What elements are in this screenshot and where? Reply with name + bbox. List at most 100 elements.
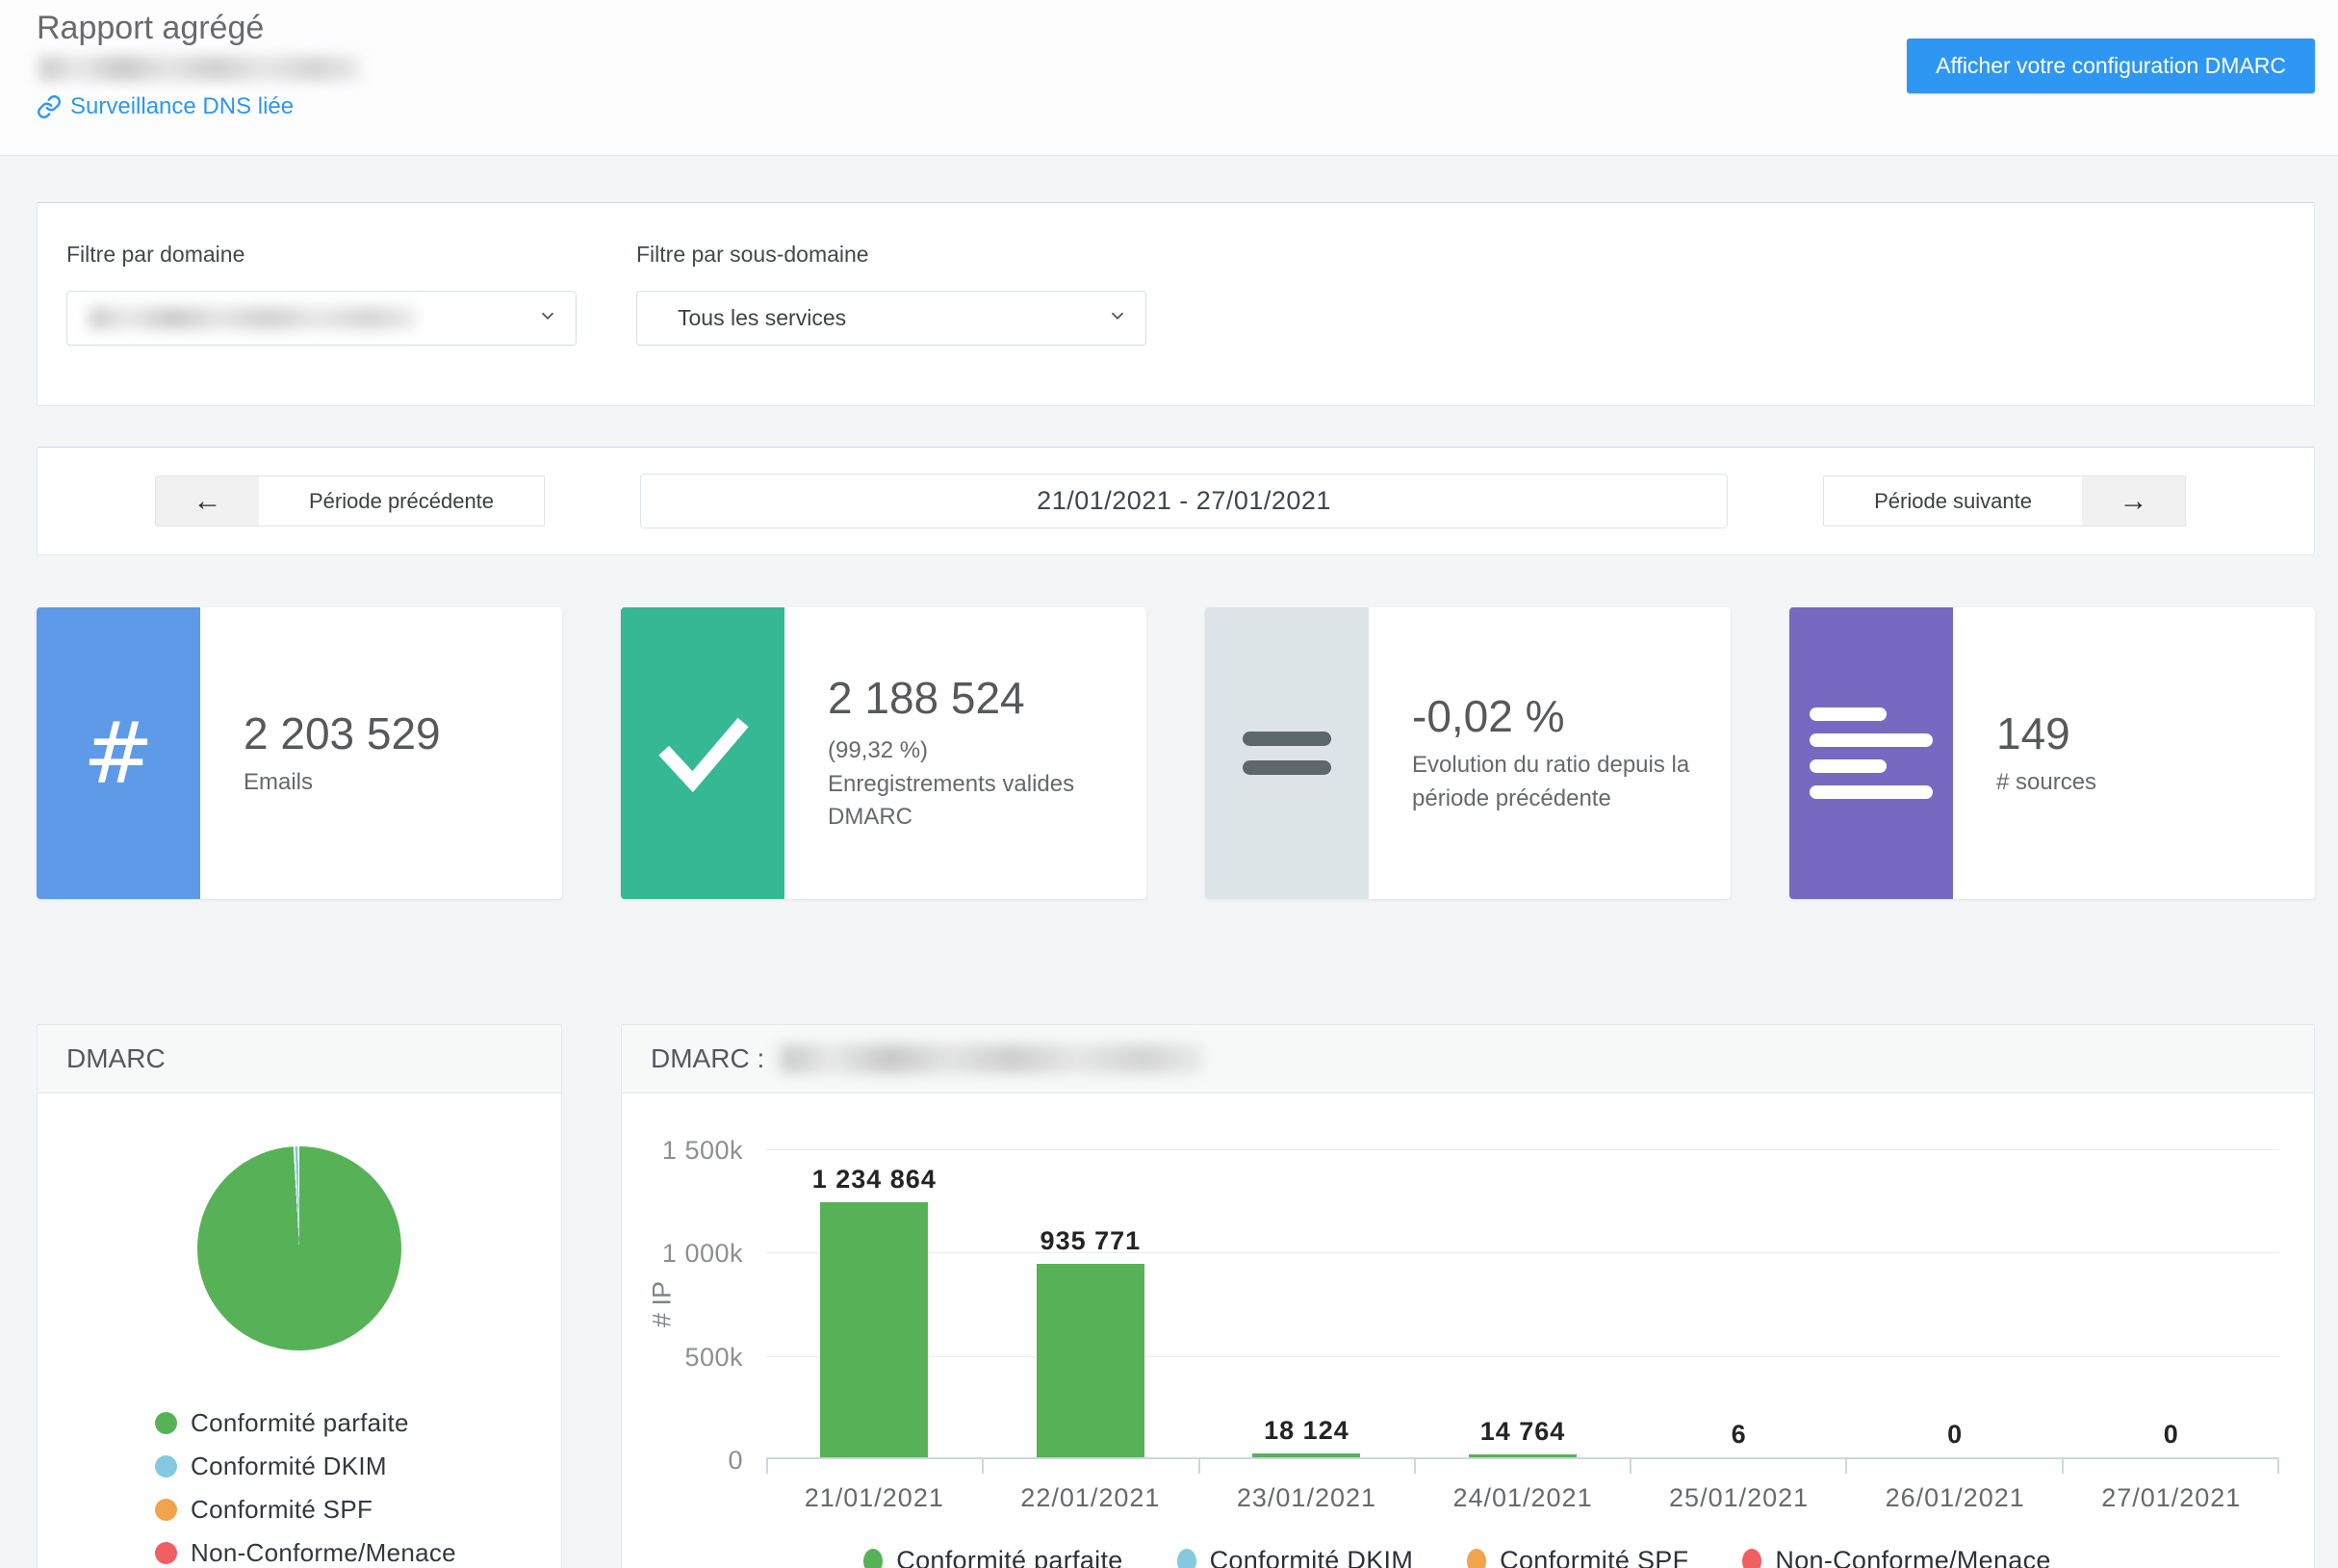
x-label: 21/01/2021 (766, 1483, 983, 1513)
emails-label: Emails (244, 766, 441, 800)
valid-dmarc-percent: (99,32 %) (828, 734, 1123, 768)
redacted-domain-value (89, 307, 416, 329)
sources-label: # sources (1996, 766, 2096, 800)
evolution-label: Evolution du ratio depuis la période pré… (1412, 749, 1708, 816)
previous-period-button[interactable]: ← Période précédente (155, 476, 545, 527)
stat-icon-sources-block (1789, 607, 1953, 899)
chevron-down-icon (1107, 305, 1128, 332)
arrow-left-icon: ← (156, 476, 259, 526)
bar-value-label: 6 (1732, 1420, 1747, 1450)
subdomain-filter-value: Tous les services (678, 305, 846, 331)
legend-label: Conformité parfaite (896, 1546, 1122, 1568)
y-tick: 1 000k (662, 1239, 743, 1269)
stat-card-sources: 149 # sources (1789, 607, 2315, 899)
legend-dot-red (155, 1542, 177, 1564)
legend-label: Conformité DKIM (1210, 1546, 1414, 1568)
chevron-down-icon (537, 305, 558, 332)
pie-legend-item[interactable]: Conformité parfaite (155, 1408, 561, 1438)
bar-value-label: 14 764 (1480, 1417, 1566, 1447)
bar-22-01[interactable] (1037, 1264, 1144, 1457)
x-axis-labels: 21/01/2021 22/01/2021 23/01/2021 24/01/2… (766, 1483, 2279, 1513)
subdomain-filter-label: Filtre par sous-domaine (636, 242, 1146, 268)
legend-label: Non-Conforme/Menace (1775, 1546, 2050, 1568)
dmarc-bar-card: DMARC : # IP 1 500k 1 000k 500k 0 1 234 … (621, 1024, 2315, 1568)
period-navigation-card: ← Période précédente 21/01/2021 - 27/01/… (37, 447, 2315, 555)
y-tick: 0 (728, 1446, 743, 1476)
check-icon (653, 704, 753, 804)
valid-dmarc-label: Enregistrements valides DMARC (828, 768, 1123, 835)
x-label: 24/01/2021 (1415, 1483, 1631, 1513)
redacted-domain-subtitle (39, 56, 361, 81)
pie-card-title: DMARC (66, 1043, 166, 1074)
filters-card: Filtre par domaine Filtre par sous-domai… (37, 202, 2315, 406)
stat-card-valid-dmarc: 2 188 524 (99,32 %) Enregistrements vali… (621, 607, 1146, 899)
bar-value-label: 0 (2164, 1420, 2179, 1450)
y-tick: 1 500k (662, 1136, 743, 1166)
date-range-input[interactable]: 21/01/2021 - 27/01/2021 (640, 474, 1728, 528)
x-label: 25/01/2021 (1631, 1483, 1847, 1513)
legend-label: Non-Conforme/Menace (191, 1538, 456, 1568)
emails-count: 2 203 529 (244, 707, 441, 760)
bar-value-label: 18 124 (1264, 1416, 1349, 1446)
next-period-button[interactable]: Période suivante → (1823, 476, 2186, 527)
equals-icon (1243, 732, 1331, 775)
y-tick: 500k (684, 1343, 743, 1373)
legend-label: Conformité SPF (1500, 1546, 1688, 1568)
stat-icon-evolution-block (1205, 607, 1369, 899)
sources-count: 149 (1996, 707, 2096, 760)
bar-23-01[interactable] (1252, 1453, 1360, 1457)
previous-period-label: Période précédente (259, 476, 544, 526)
legend-dot-orange (1467, 1549, 1486, 1568)
subdomain-filter-select[interactable]: Tous les services (636, 291, 1146, 346)
page-header: Rapport agrégé Surveillance DNS liée Aff… (0, 0, 2338, 156)
valid-dmarc-count: 2 188 524 (828, 672, 1123, 725)
pie-legend-item[interactable]: Conformité DKIM (155, 1452, 561, 1481)
x-label: 23/01/2021 (1198, 1483, 1415, 1513)
bar-legend-item[interactable]: Conformité parfaite (863, 1546, 1122, 1568)
stat-card-evolution: -0,02 % Evolution du ratio depuis la pér… (1205, 607, 1731, 899)
pie-legend-item[interactable]: Conformité SPF (155, 1495, 561, 1525)
bar-value-label: 1 234 864 (812, 1165, 937, 1195)
legend-label: Conformité SPF (191, 1495, 373, 1525)
legend-label: Conformité parfaite (191, 1408, 409, 1438)
bar-legend-item[interactable]: Non-Conforme/Menace (1742, 1546, 2050, 1568)
bar-value-label: 0 (1947, 1420, 1963, 1450)
legend-dot-blue (155, 1455, 177, 1478)
bar-legend-item[interactable]: Conformité SPF (1467, 1546, 1688, 1568)
dns-monitoring-link[interactable]: Surveillance DNS liée (37, 93, 294, 120)
legend-dot-red (1742, 1549, 1761, 1568)
stats-row: # 2 203 529 Emails 2 188 524 (99,32 %) E… (37, 607, 2315, 899)
y-axis-ticks: 1 500k 1 000k 500k 0 (622, 1149, 743, 1459)
evolution-value: -0,02 % (1412, 690, 1708, 743)
legend-dot-green (863, 1549, 883, 1568)
x-label: 26/01/2021 (1847, 1483, 2064, 1513)
stat-icon-emails-block: # (37, 607, 200, 899)
bar-card-title: DMARC : (651, 1043, 764, 1074)
bars: 1 234 864 935 771 18 124 14 764 6 0 0 (766, 1149, 2279, 1457)
dmarc-pie-chart[interactable] (197, 1146, 401, 1350)
x-label: 22/01/2021 (983, 1483, 1199, 1513)
pie-legend-item[interactable]: Non-Conforme/Menace (155, 1538, 561, 1568)
bar-24-01[interactable] (1469, 1454, 1577, 1457)
bar-legend-item[interactable]: Conformité DKIM (1177, 1546, 1414, 1568)
x-axis-ticks (766, 1459, 2279, 1474)
stat-icon-valid-block (621, 607, 784, 899)
bar-card-header: DMARC : (622, 1025, 2314, 1093)
legend-dot-green (155, 1412, 177, 1434)
legend-dot-blue (1177, 1549, 1196, 1568)
bar-value-label: 935 771 (1041, 1226, 1142, 1256)
arrow-right-icon: → (2082, 476, 2185, 526)
link-icon (37, 94, 62, 119)
domain-filter-select[interactable] (66, 291, 577, 346)
legend-label: Conformité DKIM (191, 1452, 387, 1481)
legend-dot-orange (155, 1499, 177, 1521)
bar-chart: # IP 1 500k 1 000k 500k 0 1 234 864 935 … (766, 1149, 2293, 1513)
pie-legend: Conformité parfaite Conformité DKIM Conf… (155, 1408, 561, 1568)
dns-monitoring-link-label: Surveillance DNS liée (70, 93, 294, 120)
show-dmarc-config-button[interactable]: Afficher votre configuration DMARC (1907, 39, 2315, 93)
bar-21-01[interactable] (820, 1202, 928, 1457)
dmarc-pie-card: DMARC Conformité parfaite Conformité DKI… (37, 1024, 562, 1568)
redacted-domain-title (780, 1044, 1203, 1073)
next-period-label: Période suivante (1824, 476, 2082, 526)
domain-filter-label: Filtre par domaine (66, 242, 577, 268)
